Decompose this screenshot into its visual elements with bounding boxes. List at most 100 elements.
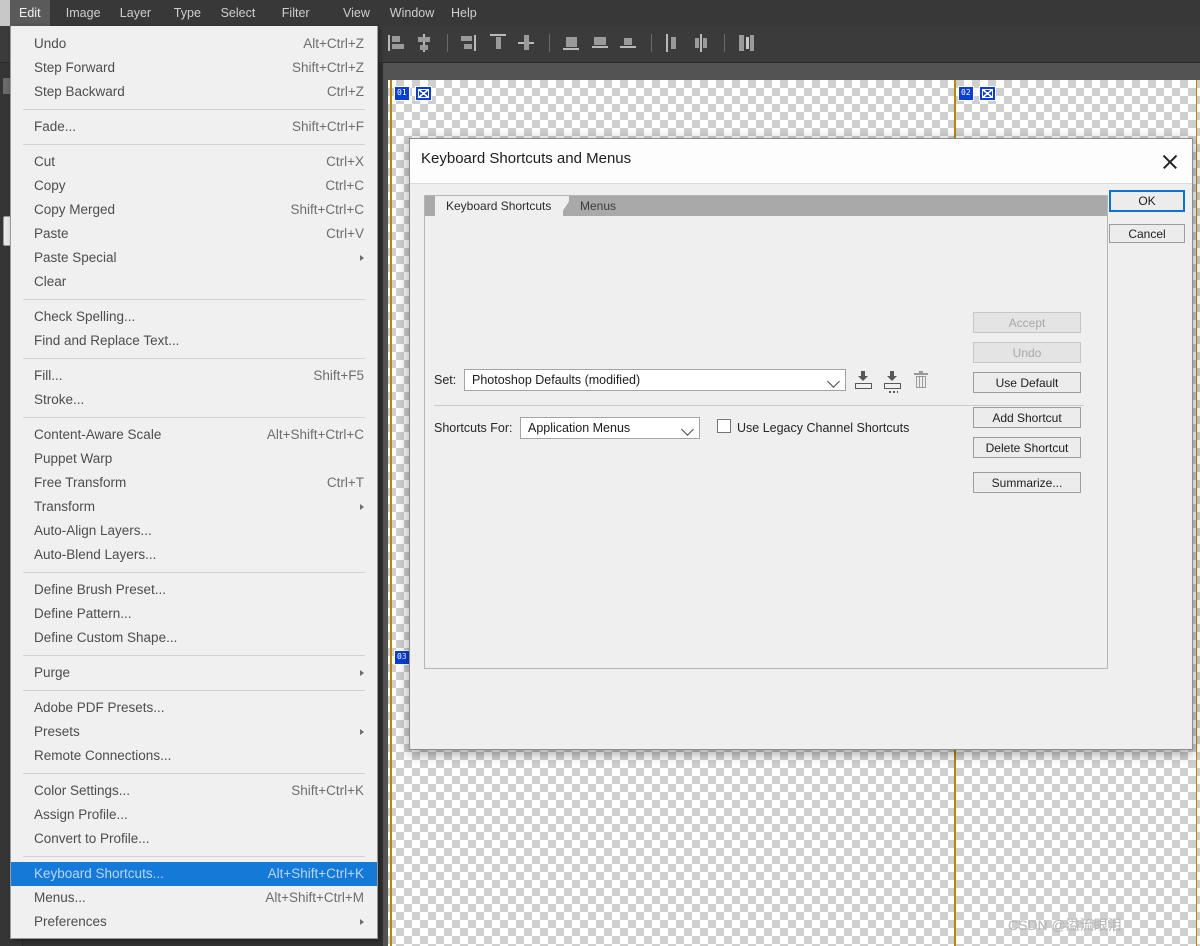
menu-option-label: Copy Merged	[34, 202, 116, 217]
distribute-horizontal-center-icon[interactable]	[620, 34, 637, 52]
layer-badge-label: 01	[394, 86, 410, 101]
menu-separator	[23, 299, 365, 300]
menu-option-label: Assign Profile...	[34, 807, 128, 822]
menu-option-color-settings[interactable]: Color Settings... Shift+Ctrl+K	[11, 779, 377, 803]
menu-option-label: Adobe PDF Presets...	[34, 700, 165, 715]
menu-option-label: Copy	[34, 178, 66, 193]
menu-bar[interactable]: Edit Image Layer Type Select Filter View Window…	[0, 0, 1200, 26]
guide-vertical-right	[1196, 80, 1197, 946]
align-vertical-centers-icon[interactable]	[518, 34, 535, 52]
keyboard-shortcuts-dialog[interactable]: Keyboard Shortcuts and Menus Keyboard Sh…	[409, 138, 1193, 750]
tab-keyboard-shortcuts[interactable]: Keyboard Shortcuts	[435, 196, 564, 216]
menu-option-keyboard-shortcuts[interactable]: Keyboard Shortcuts... Alt+Shift+Ctrl+K	[11, 862, 377, 886]
menu-option-auto-align-layers[interactable]: Auto-Align Layers...	[11, 519, 377, 543]
menu-option-label: Cut	[34, 154, 56, 169]
menu-option-presets[interactable]: Presets	[11, 720, 377, 744]
menu-option-undo[interactable]: Undo Alt+Ctrl+Z	[11, 32, 377, 56]
menu-option-accelerator: Alt+Shift+Ctrl+C	[266, 427, 364, 442]
menu-option-step-forward[interactable]: Step Forward Shift+Ctrl+Z	[11, 56, 377, 80]
tab-menus[interactable]: Menus	[569, 196, 629, 216]
menu-option-stroke[interactable]: Stroke...	[11, 388, 377, 412]
menu-option-adobe-pdf-presets[interactable]: Adobe PDF Presets...	[11, 696, 377, 720]
menu-item-select[interactable]: Select	[212, 0, 265, 26]
menu-option-content-aware-scale[interactable]: Content-Aware Scale Alt+Shift+Ctrl+C	[11, 423, 377, 447]
menu-item-help[interactable]: Help	[442, 0, 486, 26]
menu-option-preferences[interactable]: Preferences	[11, 910, 377, 934]
delete-set-icon[interactable]	[914, 371, 928, 389]
menu-separator	[23, 690, 365, 691]
align-top-edges-icon[interactable]	[489, 34, 507, 52]
menu-item-filter[interactable]: Filter	[273, 0, 319, 26]
summarize-button[interactable]: Summarize...	[973, 472, 1081, 493]
menu-option-fade[interactable]: Fade... Shift+Ctrl+F	[11, 115, 377, 139]
menu-option-label: Presets	[34, 724, 80, 739]
align-right-edges-icon[interactable]	[461, 34, 478, 52]
menu-item-image[interactable]: Image	[57, 0, 110, 26]
menu-option-label: Stroke...	[34, 392, 85, 407]
save-set-icon[interactable]	[854, 371, 874, 389]
menu-option-label: Undo	[34, 36, 67, 51]
shortcuts-for-value: Application Menus	[528, 421, 631, 435]
shortcuts-for-dropdown[interactable]: Application Menus	[520, 417, 700, 439]
menu-option-transform[interactable]: Transform	[11, 495, 377, 519]
menu-option-define-brush-preset[interactable]: Define Brush Preset...	[11, 578, 377, 602]
menu-option-remote-connections[interactable]: Remote Connections...	[11, 744, 377, 768]
delete-shortcut-button[interactable]: Delete Shortcut	[973, 437, 1081, 458]
menu-option-cut[interactable]: Cut Ctrl+X	[11, 150, 377, 174]
distribute-spacing-icon[interactable]	[693, 34, 710, 52]
align-left-edges-icon[interactable]	[388, 34, 405, 52]
menu-option-paste[interactable]: Paste Ctrl+V	[11, 222, 377, 246]
menu-option-paste-special[interactable]: Paste Special	[11, 246, 377, 270]
menu-option-define-custom-shape[interactable]: Define Custom Shape...	[11, 626, 377, 650]
set-dropdown[interactable]: Photoshop Defaults (modified)	[464, 369, 846, 391]
menu-option-copy-merged[interactable]: Copy Merged Shift+Ctrl+C	[11, 198, 377, 222]
cancel-button[interactable]: Cancel	[1109, 224, 1185, 243]
menu-option-accelerator: Alt+Shift+Ctrl+M	[265, 890, 364, 905]
use-legacy-channel-shortcuts-checkbox[interactable]	[717, 419, 731, 433]
menu-option-fill[interactable]: Fill... Shift+F5	[11, 364, 377, 388]
undo-button: Undo	[973, 342, 1081, 363]
menu-option-label: Puppet Warp	[34, 451, 113, 466]
menu-item-edit[interactable]: Edit	[10, 0, 50, 26]
align-bottom-edges-icon[interactable]	[563, 34, 580, 52]
save-set-as-icon[interactable]	[883, 371, 903, 393]
menu-option-clear[interactable]: Clear	[11, 270, 377, 294]
menu-option-accelerator: Shift+Ctrl+K	[291, 783, 364, 798]
menu-option-find-and-replace-text[interactable]: Find and Replace Text...	[11, 329, 377, 353]
menu-separator	[23, 144, 365, 145]
menu-option-step-backward[interactable]: Step Backward Ctrl+Z	[11, 80, 377, 104]
menu-option-accelerator: Ctrl+X	[326, 154, 364, 169]
menu-item-window[interactable]: Window	[381, 0, 443, 26]
menu-option-label: Purge	[34, 665, 71, 680]
menu-option-purge[interactable]: Purge	[11, 661, 377, 685]
menu-separator	[23, 572, 365, 573]
distribute-right-icon[interactable]	[665, 34, 682, 52]
distribute-left-icon[interactable]	[591, 34, 609, 52]
add-shortcut-button[interactable]: Add Shortcut	[973, 407, 1081, 428]
menu-option-convert-to-profile[interactable]: Convert to Profile...	[11, 827, 377, 851]
menu-option-check-spelling[interactable]: Check Spelling...	[11, 305, 377, 329]
edit-menu-dropdown[interactable]: Undo Alt+Ctrl+Z Step Forward Shift+Ctrl+Z St…	[10, 26, 378, 939]
menu-option-free-transform[interactable]: Free Transform Ctrl+T	[11, 471, 377, 495]
menu-item-type[interactable]: Type	[165, 0, 210, 26]
menu-option-accelerator: Shift+Ctrl+Z	[291, 60, 364, 75]
menu-option-assign-profile[interactable]: Assign Profile...	[11, 803, 377, 827]
align-horizontal-centers-icon[interactable]	[416, 34, 433, 52]
menu-option-copy[interactable]: Copy Ctrl+C	[11, 174, 377, 198]
menu-separator	[23, 417, 365, 418]
menu-option-puppet-warp[interactable]: Puppet Warp	[11, 447, 377, 471]
menu-option-menus[interactable]: Menus... Alt+Shift+Ctrl+M	[11, 886, 377, 910]
menu-item-view[interactable]: View	[334, 0, 379, 26]
menu-option-label: Transform	[34, 499, 96, 514]
menu-option-auto-blend-layers[interactable]: Auto-Blend Layers...	[11, 543, 377, 567]
distribute-vertical-icon[interactable]	[738, 34, 755, 52]
menu-option-label: Auto-Blend Layers...	[34, 547, 157, 562]
tab-strip[interactable]: Keyboard Shortcuts Menus	[425, 196, 1107, 216]
menu-item-layer[interactable]: Layer	[111, 0, 160, 26]
ok-button[interactable]: OK	[1109, 190, 1185, 212]
menu-separator	[23, 358, 365, 359]
close-icon[interactable]	[1158, 150, 1182, 174]
menu-option-define-pattern[interactable]: Define Pattern...	[11, 602, 377, 626]
menu-option-label: Clear	[34, 274, 67, 289]
use-default-button[interactable]: Use Default	[973, 372, 1081, 393]
